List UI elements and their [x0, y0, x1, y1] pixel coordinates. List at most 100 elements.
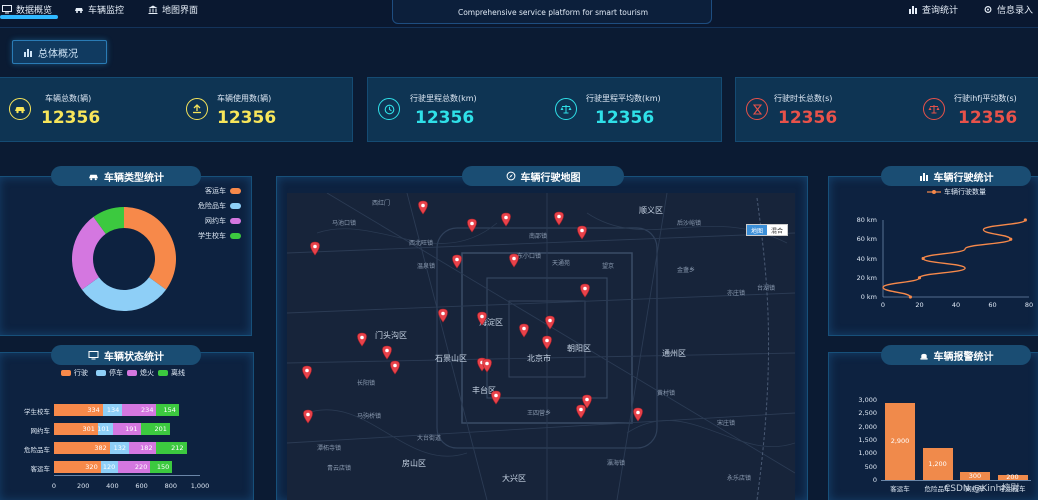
alarm-icon: [919, 353, 928, 360]
y-tick-label: 500: [864, 462, 877, 471]
legend-label: 网约车: [205, 217, 226, 225]
clock-icon: [378, 98, 400, 120]
map-pin-icon: [477, 311, 487, 326]
panel-title-text: 车辆报警统计: [933, 351, 994, 363]
kpi-value: 12356: [595, 108, 655, 128]
car-icon: [89, 174, 98, 180]
series-line: [882, 219, 1026, 298]
kpi-label: 车辆总数(辆): [45, 94, 92, 103]
category-label: 客运车: [30, 465, 51, 473]
kpi-label: 行驶里程总数(km): [410, 94, 477, 103]
x-tick-label: 0: [51, 482, 57, 490]
map-pins: [302, 200, 643, 424]
car-icon: [9, 98, 31, 120]
category-label: 危险品车: [24, 446, 50, 454]
map-pin-icon: [438, 308, 448, 323]
x-tick-label: 1,000: [190, 482, 210, 490]
map-pin-icon: [418, 200, 428, 215]
nav-label: 数据概览: [16, 5, 53, 16]
y-tick-label: 2,000: [858, 422, 877, 431]
scale-icon: [555, 98, 577, 120]
map-pin-icon: [357, 332, 367, 347]
map-pin-icon: [633, 407, 643, 422]
data-point: [917, 276, 922, 280]
watermark: CSDN @Kinh校尉: [944, 484, 1020, 494]
donut-chart: [72, 207, 176, 311]
kpi-mileage-average: 行驶里程平均数(km) 12356: [543, 78, 723, 143]
legend-label: 学生校车: [198, 232, 226, 240]
nav-item-map[interactable]: 地图界面: [148, 0, 198, 18]
x-axis-line: [54, 475, 200, 476]
bar-segment: 334: [54, 404, 103, 416]
nav-item-info-entry[interactable]: 信息录入: [983, 0, 1033, 18]
y-tick-label: 1,500: [858, 436, 877, 444]
legend-swatch: [230, 188, 241, 194]
upload-icon: [186, 98, 208, 120]
bar-segment: 150: [150, 461, 173, 473]
legend-item[interactable]: 网约车: [205, 216, 241, 226]
nav-item-vehicle-monitor[interactable]: 车辆监控: [74, 0, 124, 18]
legend-swatch: [230, 218, 241, 224]
data-point: [921, 256, 925, 261]
map-canvas[interactable]: 地图 混合 门头沟区 石景山区 北京市 丰台区 海淀区 朝阳区 通州区 大兴区 房山区 顺义区 西红…: [287, 193, 795, 500]
bar-segment: 320: [54, 461, 101, 473]
panel-title: 车辆状态统计: [51, 345, 201, 365]
legend-item[interactable]: 熄火: [127, 368, 154, 378]
legend-swatch: [158, 370, 168, 376]
map-pin-icon: [554, 211, 564, 226]
legend-item[interactable]: 客运车: [205, 186, 241, 196]
panel-title-text: 车辆状态统计: [104, 351, 164, 363]
data-point: [908, 295, 912, 299]
tab-overview[interactable]: 总体概况: [12, 40, 107, 64]
data-point: [1009, 237, 1013, 241]
legend-label: 停车: [109, 369, 123, 377]
bar-segment: 234: [122, 404, 157, 416]
map-pin-icon: [303, 409, 313, 424]
legend-swatch: [61, 370, 71, 376]
y-tick-label: 2,500: [858, 409, 877, 418]
kpi-label: 行驶ihfj平均数(s): [954, 94, 1017, 103]
gear-icon: [984, 5, 992, 13]
legend-item[interactable]: 学生校车: [198, 231, 241, 241]
panel-vehicle-status: 车辆状态统计 行驶 停车 熄火 离线 学生校车 334 134 234 154 网约车 301 101…: [0, 345, 254, 500]
legend-item[interactable]: 行驶: [61, 368, 88, 378]
kpi-card-vehicles: 车辆总数(辆) 12356 车辆使用数(辆) 12356: [0, 77, 353, 142]
kpi-value: 12356: [778, 108, 838, 128]
bar-chart-icon: [909, 5, 917, 14]
map-pin-icon: [519, 323, 529, 338]
legend-label: 熄火: [140, 369, 154, 377]
x-tick-label: 200: [76, 482, 90, 490]
kpi-value: 12356: [41, 108, 101, 128]
donut-slice: [124, 207, 176, 290]
map-pin-icon: [545, 315, 555, 330]
nav-label: 地图界面: [162, 5, 199, 16]
x-tick-label: 800: [164, 482, 177, 490]
map-pin-icon: [452, 254, 462, 269]
legend-swatch: [127, 370, 137, 376]
map-pin-icon: [390, 360, 400, 375]
legend-label: 危险品车: [198, 202, 226, 210]
kpi-label: 车辆使用数(辆): [217, 94, 272, 103]
nav-item-query-stats[interactable]: 查询统计: [908, 0, 958, 18]
hourglass-icon: [746, 98, 768, 120]
bar-segment: 191: [112, 423, 141, 435]
line-chart-plot: [882, 218, 1029, 299]
legend-item[interactable]: 危险品车: [198, 201, 241, 211]
kpi-value: 12356: [415, 108, 475, 128]
nav-label: 车辆监控: [88, 5, 125, 16]
legend-item[interactable]: 停车: [96, 368, 123, 378]
map-pin-icon: [302, 365, 312, 380]
map-pin-icon: [542, 335, 552, 350]
y-tick-label: 1,000: [858, 449, 877, 458]
kpi-card-duration: 行驶时长总数(s) 12356 行驶ihfj平均数(s) 12356: [735, 77, 1038, 142]
bar-value-label: 300: [968, 472, 982, 480]
y-tick-label: 3,000: [858, 396, 877, 404]
bar-segment: 101: [97, 423, 113, 435]
panel-title: 车辆类型统计: [51, 166, 201, 186]
bar-segment: 301: [54, 423, 98, 435]
legend-swatch: [230, 233, 241, 239]
legend-item[interactable]: 离线: [158, 368, 185, 378]
map-pin-icon: [382, 345, 392, 360]
panel-title-text: 车辆行驶地图: [520, 172, 581, 184]
kpi-vehicle-total: 车辆总数(辆) 12356: [0, 78, 174, 143]
